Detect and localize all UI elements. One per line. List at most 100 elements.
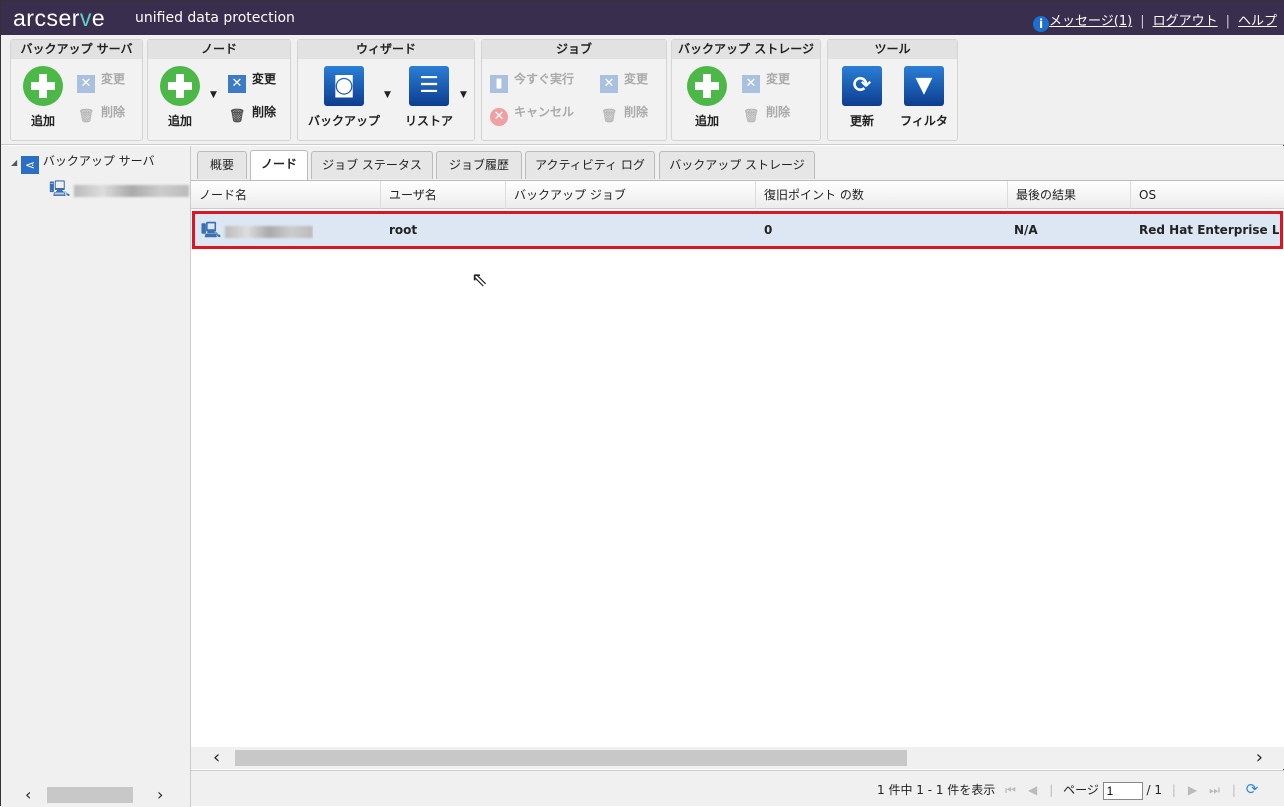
dropdown-arrow-icon[interactable]: ▼ [384, 90, 391, 100]
tree-item-backup-server[interactable]: ◢ ⋖ バックアップ サーバ [11, 152, 155, 174]
scroll-thumb[interactable] [47, 787, 133, 803]
edit-server-button[interactable]: ✕ 変更 [77, 70, 125, 93]
node-server-icon: 🖳 [201, 221, 222, 239]
wrench-icon: ✕ [228, 75, 246, 93]
page-label: ページ [1063, 783, 1099, 797]
product-subtitle: unified data protection [135, 10, 295, 26]
page-input[interactable] [1102, 781, 1143, 800]
delete-node-button[interactable]: 🗑 削除 [228, 103, 276, 126]
group-job: ジョブ ▮ 今すぐ実行 ✕ 変更 ✕ キャンセル 🗑 削除 [481, 39, 667, 141]
label: バックアップ サーバ [42, 154, 155, 168]
last-page-icon[interactable]: ⏭ [1209, 783, 1220, 797]
column-backup-job[interactable]: バックアップ ジョブ [506, 181, 756, 209]
tab-overview[interactable]: 概要 [197, 151, 247, 179]
label: 削除 [252, 105, 277, 119]
redacted-node-name [225, 225, 314, 238]
run-now-button[interactable]: ▮ 今すぐ実行 [490, 70, 574, 93]
tab-activity-log[interactable]: アクティビティ ログ [525, 151, 655, 179]
table-row[interactable]: 🖳 root 0 N/A Red Hat Enterprise Linux [192, 211, 1283, 249]
server-network-icon: ⋖ [20, 156, 39, 174]
restore-wizard-button[interactable]: ☰ リストア [398, 66, 460, 129]
edit-storage-button[interactable]: ✕ 変更 [742, 70, 790, 93]
logout-link[interactable]: ログアウト [1153, 14, 1218, 29]
group-title: ウィザード [298, 40, 474, 59]
first-page-icon[interactable]: ⏮ [1005, 783, 1016, 797]
scroll-right-icon[interactable]: › [1256, 747, 1263, 768]
trash-icon: 🗑 [742, 109, 760, 124]
prev-page-icon[interactable]: ◀ [1028, 783, 1037, 797]
add-storage-button[interactable]: 追加 [677, 66, 737, 129]
trash-icon: 🗑 [228, 109, 246, 124]
column-user-name[interactable]: ユーザ名 [381, 181, 506, 209]
last-result-cell: N/A [1014, 223, 1038, 237]
label: フィルタ [900, 114, 948, 128]
refresh-icon[interactable]: ⟳ [1246, 780, 1259, 798]
dropdown-arrow-icon[interactable]: ▼ [210, 90, 217, 100]
label: 変更 [624, 72, 649, 86]
delete-job-button[interactable]: 🗑 削除 [600, 103, 648, 126]
edit-node-button[interactable]: ✕ 変更 [228, 70, 276, 93]
column-node-name[interactable]: ノード名 [191, 181, 381, 209]
filter-icon: ▼ [904, 66, 944, 106]
messages-link[interactable]: メッセージ(1) [1049, 14, 1132, 29]
group-tools: ツール ⟳ 更新 ▼ フィルタ [827, 39, 958, 141]
page-total: / 1 [1146, 783, 1162, 797]
scroll-left-icon[interactable]: ‹ [25, 785, 31, 804]
grid-header: ノード名 ユーザ名 バックアップ ジョブ 復旧ポイント の数 最後の結果 OS [191, 181, 1284, 209]
run-icon: ▮ [490, 75, 508, 93]
help-link[interactable]: ヘルプ [1238, 14, 1277, 29]
label: 変更 [101, 72, 126, 86]
recovery-points-cell: 0 [764, 223, 773, 237]
paging-summary: 1 件中 1 - 1 件を表示 [877, 783, 996, 797]
group-backup-server: バックアップ サーバ 追加 ✕ 変更 🗑 削除 [10, 39, 143, 141]
refresh-button[interactable]: ⟳ 更新 [832, 66, 892, 129]
redacted-hostname [74, 184, 190, 197]
backup-wizard-button[interactable]: ◙ バックアップ [304, 66, 384, 129]
delete-server-button[interactable]: 🗑 削除 [77, 103, 125, 126]
node-name-cell: 🖳 [201, 214, 314, 247]
edit-job-button[interactable]: ✕ 変更 [600, 70, 648, 93]
scroll-left-icon[interactable]: ‹ [213, 747, 220, 768]
tab-job-history[interactable]: ジョブ履歴 [436, 151, 522, 179]
plus-icon [687, 66, 727, 106]
label: リストア [404, 114, 453, 128]
grid-horizontal-scrollbar[interactable]: ‹ › [191, 747, 1284, 769]
column-last-result[interactable]: 最後の結果 [1008, 181, 1131, 209]
group-title: ツール [828, 40, 957, 59]
plus-icon [160, 66, 200, 106]
tree-item-server-host[interactable]: 🖳 [49, 178, 190, 205]
cancel-job-button[interactable]: ✕ キャンセル [490, 103, 574, 126]
scroll-thumb[interactable] [235, 750, 907, 766]
add-server-button[interactable]: 追加 [13, 66, 73, 129]
backup-monitor-icon: ◙ [324, 66, 364, 106]
group-title: バックアップ ストレージ [672, 40, 820, 59]
expand-icon[interactable]: ◢ [11, 158, 17, 167]
group-node: ノード 追加 ▼ ✕ 変更 🗑 削除 [147, 39, 291, 141]
left-horizontal-scrollbar[interactable]: ‹ › [1, 781, 191, 807]
trash-icon: 🗑 [77, 109, 95, 124]
label: 削除 [624, 105, 649, 119]
arcserve-logo: arcserve [13, 5, 106, 31]
next-page-icon[interactable]: ▶ [1188, 783, 1197, 797]
dropdown-arrow-icon[interactable]: ▼ [460, 90, 467, 100]
tab-job-status[interactable]: ジョブ ステータス [311, 151, 433, 179]
label: 削除 [766, 105, 791, 119]
node-grid: ノード名 ユーザ名 バックアップ ジョブ 復旧ポイント の数 最後の結果 OS … [191, 180, 1284, 747]
column-recovery-points[interactable]: 復旧ポイント の数 [756, 181, 1008, 209]
tab-backup-storage[interactable]: バックアップ ストレージ [659, 151, 815, 179]
label: キャンセル [514, 105, 575, 119]
group-wizard: ウィザード ◙ バックアップ ▼ ☰ リストア ▼ [297, 39, 475, 141]
label: 変更 [252, 72, 277, 86]
column-os[interactable]: OS [1131, 181, 1284, 209]
scroll-right-icon[interactable]: › [157, 785, 163, 804]
filter-button[interactable]: ▼ フィルタ [894, 66, 954, 129]
cancel-icon: ✕ [490, 108, 508, 126]
add-node-button[interactable]: 追加 [150, 66, 210, 129]
delete-storage-button[interactable]: 🗑 削除 [742, 103, 790, 126]
tab-node[interactable]: ノード [250, 150, 308, 180]
refresh-icon: ⟳ [842, 66, 882, 106]
user-cell: root [389, 223, 418, 237]
info-icon: i [1033, 16, 1050, 32]
label: 追加 [694, 114, 719, 128]
wrench-icon: ✕ [77, 75, 95, 93]
